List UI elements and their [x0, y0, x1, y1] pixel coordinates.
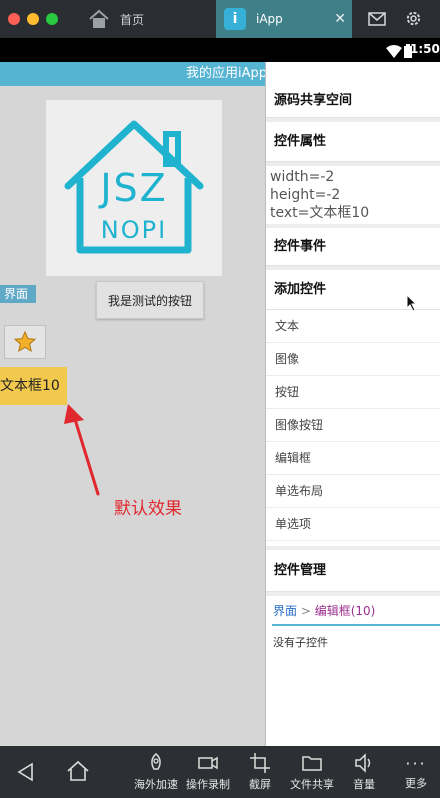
cursor-icon [406, 294, 418, 312]
gear-icon[interactable] [404, 9, 423, 32]
home-icon [88, 9, 110, 29]
tab-iapp-label: iApp [256, 12, 283, 26]
add-item-image[interactable]: 图像 [266, 343, 440, 376]
back-icon[interactable] [16, 762, 36, 786]
breadcrumb: 界面 > 编辑框(10) [273, 602, 375, 619]
maximize-window-button[interactable] [46, 13, 58, 25]
volume-label: 音量 [353, 778, 375, 791]
section-events[interactable]: 控件事件 [266, 228, 440, 266]
close-tab-icon[interactable]: ✕ [334, 11, 346, 27]
bottom-toolbar: 海外加速 操作录制 截屏 文件共享 音量 ··· 更多 [0, 746, 440, 798]
divider [266, 592, 440, 596]
test-button[interactable]: 我是测试的按钮 [96, 281, 204, 319]
add-item-radio-group[interactable]: 单选布局 [266, 475, 440, 508]
file-share-button[interactable]: 文件共享 [286, 746, 338, 798]
section-share[interactable]: 源码共享空间 [266, 62, 440, 118]
prop-line: height=-2 [270, 187, 341, 203]
text-field-value: 文本框10 [0, 378, 60, 394]
section-manage[interactable]: 控件管理 [266, 550, 440, 592]
add-item-text[interactable]: 文本 [266, 310, 440, 343]
record-label: 操作录制 [186, 778, 230, 791]
screenshot-button[interactable]: 截屏 [240, 746, 280, 798]
red-arrow-icon [64, 404, 100, 496]
logo-image: JSZ NOPI [46, 100, 222, 276]
overseas-accelerate-label: 海外加速 [134, 778, 178, 791]
record-button[interactable]: 操作录制 [182, 746, 234, 798]
screenshot-label: 截屏 [249, 778, 271, 791]
no-children-text: 没有子控件 [273, 636, 328, 649]
logo-text-top: JSZ [100, 166, 168, 210]
add-item-edit-text[interactable]: 编辑框 [266, 442, 440, 475]
folder-icon [302, 756, 322, 771]
layout-tag[interactable]: 界面 [0, 285, 36, 303]
rocket-icon [151, 753, 161, 770]
star-image-button[interactable] [4, 325, 46, 359]
tab-home[interactable]: 首页 [76, 0, 212, 38]
prop-line: text=文本框10 [270, 205, 370, 221]
window-title-bar: 首页 i iApp ✕ [0, 0, 440, 38]
close-window-button[interactable] [8, 13, 20, 25]
app-header: 我的应用iApp [0, 62, 268, 86]
mail-icon[interactable] [368, 11, 386, 30]
overseas-accelerate-button[interactable]: 海外加速 [130, 746, 182, 798]
home-nav-icon[interactable] [66, 760, 90, 786]
tab-home-label: 首页 [120, 12, 145, 27]
add-item-button[interactable]: 按钮 [266, 376, 440, 409]
add-item-image-button[interactable]: 图像按钮 [266, 409, 440, 442]
more-button[interactable]: ··· 更多 [396, 746, 436, 798]
divider [266, 162, 440, 166]
more-icon: ··· [405, 754, 427, 773]
section-properties[interactable]: 控件属性 [266, 122, 440, 162]
volume-button[interactable]: 音量 [344, 746, 384, 798]
properties-text[interactable]: width=-2 height=-2 text=文本框10 [266, 168, 440, 224]
breadcrumb-underline [272, 624, 440, 626]
text-field[interactable]: 文本框10 [0, 367, 67, 405]
minimize-window-button[interactable] [27, 13, 39, 25]
breadcrumb-current[interactable]: 编辑框(10) [315, 604, 376, 618]
breadcrumb-separator: > [297, 604, 315, 618]
status-bar: 1:50 [0, 38, 440, 62]
add-item-radio-button[interactable]: 单选项 [266, 508, 440, 541]
iapp-icon: i [224, 8, 246, 30]
prop-line: width=-2 [270, 169, 335, 185]
logo-text-bottom: NOPI [100, 216, 168, 244]
breadcrumb-root[interactable]: 界面 [273, 604, 297, 618]
more-label: 更多 [405, 777, 427, 790]
properties-panel: 源码共享空间 控件属性 width=-2 height=-2 text=文本框1… [265, 62, 440, 746]
tab-iapp[interactable]: i iApp ✕ [216, 0, 352, 38]
file-share-label: 文件共享 [290, 778, 334, 791]
annotation-label: 默认效果 [114, 499, 182, 519]
star-icon [13, 330, 37, 353]
status-time: 1:50 [410, 42, 440, 56]
volume-icon [355, 753, 371, 773]
wifi-icon [386, 43, 402, 62]
record-icon [198, 756, 218, 770]
app-title: 我的应用iApp [186, 66, 268, 81]
crop-icon [250, 753, 270, 773]
